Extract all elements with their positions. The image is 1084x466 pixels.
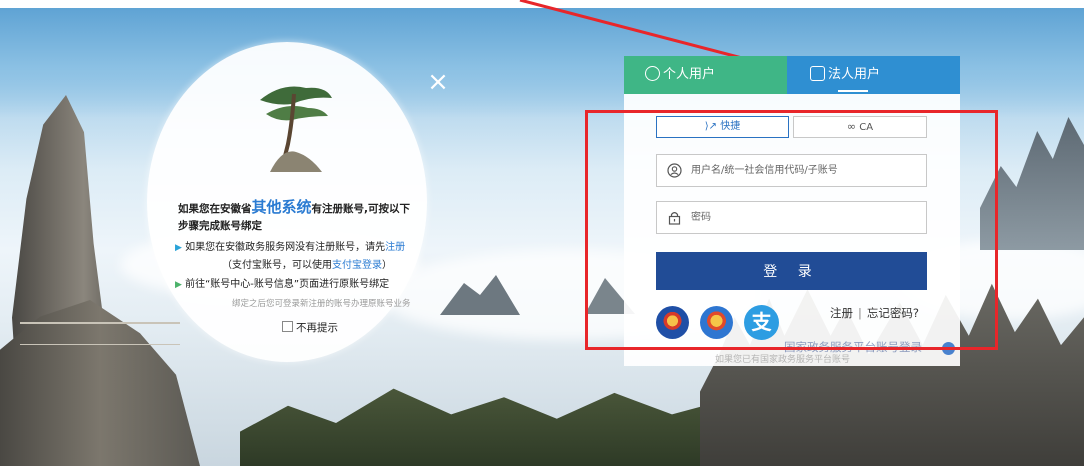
- alipay-hint: （支付宝账号，可以使用支付宝登录）: [222, 260, 392, 271]
- forest-peaks: [240, 388, 720, 466]
- annotation-highlight-box: [585, 110, 998, 350]
- pine-tree-illustration: [260, 86, 332, 172]
- close-icon[interactable]: ×: [426, 69, 450, 95]
- background-ghost-subtext: 如果您已有国家政务服务平台账号: [715, 355, 851, 365]
- tab-personal-user[interactable]: 个人用户: [624, 56, 787, 94]
- tab-legal-label: 法人用户: [828, 67, 881, 82]
- guard-rail: [20, 322, 180, 345]
- register-link[interactable]: 注册: [385, 242, 405, 253]
- tab-legal-user[interactable]: 法人用户: [787, 56, 960, 94]
- popup-heading-line2: 步骤完成账号绑定: [178, 220, 262, 232]
- bullet-register: ▶ 如果您在安徽政务服务网没有注册账号，请先注册: [175, 242, 406, 253]
- other-systems-highlight: 其他系统: [251, 198, 312, 216]
- dont-show-checkbox[interactable]: [282, 321, 293, 332]
- bullet-arrow-icon: ▶: [175, 243, 182, 253]
- popup-heading: 如果您在安徽省其他系统有注册账号,可按以下: [178, 198, 411, 216]
- user-icon: [645, 66, 660, 81]
- popup-note: 绑定之后您可登录新注册的账号办理原账号业务: [232, 299, 411, 309]
- enterprise-icon: [810, 66, 825, 81]
- bullet-arrow-icon: ▶: [175, 280, 182, 290]
- alipay-login-link[interactable]: 支付宝登录: [332, 260, 382, 271]
- tab-personal-label: 个人用户: [663, 67, 716, 82]
- active-tab-indicator: [838, 90, 868, 92]
- dont-show-label[interactable]: 不再提示: [296, 320, 338, 335]
- bullet-bind: ▶ 前往“账号中心-账号信息”页面进行原账号绑定: [175, 279, 390, 290]
